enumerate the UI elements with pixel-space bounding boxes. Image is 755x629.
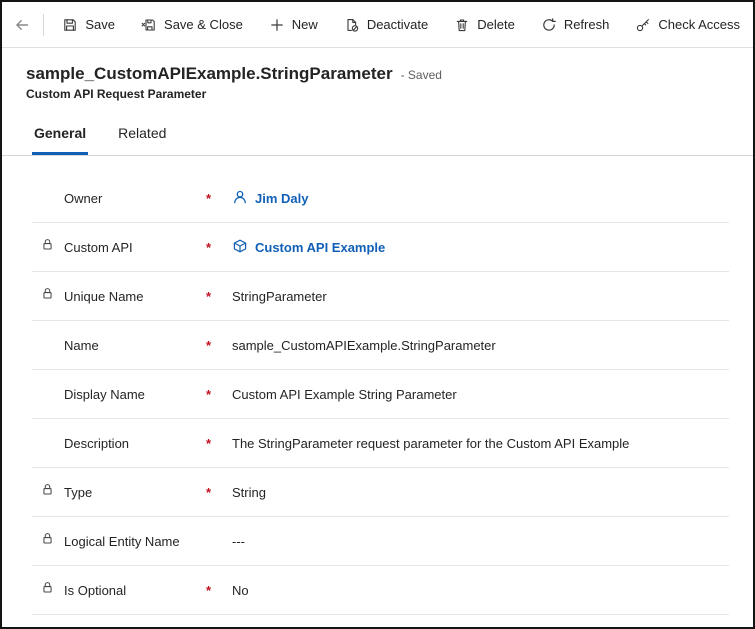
lock-slot (40, 237, 64, 257)
required-marker: * (206, 191, 232, 206)
save-and-close-label: Save & Close (164, 17, 243, 32)
delete-button[interactable]: Delete (441, 2, 528, 47)
refresh-icon (541, 17, 557, 33)
save-status-badge: - Saved (401, 68, 442, 82)
field-label: Display Name (64, 387, 206, 402)
lock-slot (40, 482, 64, 502)
required-marker: * (206, 240, 232, 255)
required-marker: * (206, 436, 232, 451)
record-header: sample_CustomAPIExample.StringParameter … (2, 48, 753, 101)
field-label: Name (64, 338, 206, 353)
person-icon (232, 189, 248, 208)
field-label: Is Optional (64, 583, 206, 598)
required-marker: * (206, 289, 232, 304)
form-general: Owner * Jim Daly Custom API * (32, 174, 729, 615)
back-arrow-icon (14, 17, 30, 33)
page-title: sample_CustomAPIExample.StringParameter (26, 64, 393, 84)
check-access-label: Check Access (658, 17, 740, 32)
save-icon (62, 17, 78, 33)
description-value[interactable]: The StringParameter request parameter fo… (232, 436, 629, 451)
is-optional-value: No (232, 583, 249, 598)
field-row-logical-entity-name: Logical Entity Name --- (32, 517, 729, 566)
field-label: Type (64, 485, 206, 500)
tab-related[interactable]: Related (116, 117, 168, 155)
lock-slot (40, 531, 64, 551)
save-and-close-button[interactable]: Save & Close (128, 2, 256, 47)
logical-entity-name-value: --- (232, 534, 245, 549)
command-bar: Save Save & Close New Deactivate Delete (2, 2, 753, 48)
lock-icon (40, 286, 55, 306)
tab-bar: General Related (2, 117, 753, 156)
field-row-type: Type * String (32, 468, 729, 517)
deactivate-icon (344, 17, 360, 33)
new-label: New (292, 17, 318, 32)
deactivate-label: Deactivate (367, 17, 428, 32)
save-close-icon (141, 17, 157, 33)
type-value: String (232, 485, 266, 500)
owner-value: Jim Daly (232, 189, 308, 208)
check-access-icon (635, 17, 651, 33)
custom-api-icon (232, 238, 248, 257)
field-row-display-name: Display Name * Custom API Example String… (32, 370, 729, 419)
record-type-subtitle: Custom API Request Parameter (26, 87, 729, 101)
toolbar-divider (43, 14, 44, 36)
app-window: Save Save & Close New Deactivate Delete (0, 0, 755, 629)
field-row-owner: Owner * Jim Daly (32, 174, 729, 223)
required-marker: * (206, 583, 232, 598)
field-label: Logical Entity Name (64, 534, 206, 549)
required-marker: * (206, 485, 232, 500)
field-row-description: Description * The StringParameter reques… (32, 419, 729, 468)
delete-label: Delete (477, 17, 515, 32)
back-button[interactable] (8, 8, 37, 42)
name-value[interactable]: sample_CustomAPIExample.StringParameter (232, 338, 496, 353)
field-label: Unique Name (64, 289, 206, 304)
plus-icon (269, 17, 285, 33)
lock-icon (40, 482, 55, 502)
delete-icon (454, 17, 470, 33)
owner-link[interactable]: Jim Daly (255, 191, 308, 206)
field-row-unique-name: Unique Name * StringParameter (32, 272, 729, 321)
lock-slot (40, 286, 64, 306)
tab-general[interactable]: General (32, 117, 88, 155)
tab-general-label: General (34, 125, 86, 141)
new-button[interactable]: New (256, 2, 331, 47)
custom-api-link[interactable]: Custom API Example (255, 240, 385, 255)
tab-related-label: Related (118, 125, 166, 141)
lock-slot (40, 580, 64, 600)
field-row-is-optional: Is Optional * No (32, 566, 729, 615)
lock-icon (40, 531, 55, 551)
field-label: Custom API (64, 240, 206, 255)
refresh-label: Refresh (564, 17, 610, 32)
lock-icon (40, 580, 55, 600)
deactivate-button[interactable]: Deactivate (331, 2, 441, 47)
refresh-button[interactable]: Refresh (528, 2, 623, 47)
required-marker: * (206, 387, 232, 402)
field-label: Owner (64, 191, 206, 206)
lock-icon (40, 237, 55, 257)
unique-name-value: StringParameter (232, 289, 327, 304)
field-label: Description (64, 436, 206, 451)
title-line: sample_CustomAPIExample.StringParameter … (26, 64, 729, 84)
custom-api-value: Custom API Example (232, 238, 385, 257)
field-row-name: Name * sample_CustomAPIExample.StringPar… (32, 321, 729, 370)
field-row-custom-api: Custom API * Custom API Example (32, 223, 729, 272)
required-marker: * (206, 338, 232, 353)
save-label: Save (85, 17, 115, 32)
save-button[interactable]: Save (49, 2, 128, 47)
display-name-value[interactable]: Custom API Example String Parameter (232, 387, 457, 402)
check-access-button[interactable]: Check Access (622, 2, 753, 47)
